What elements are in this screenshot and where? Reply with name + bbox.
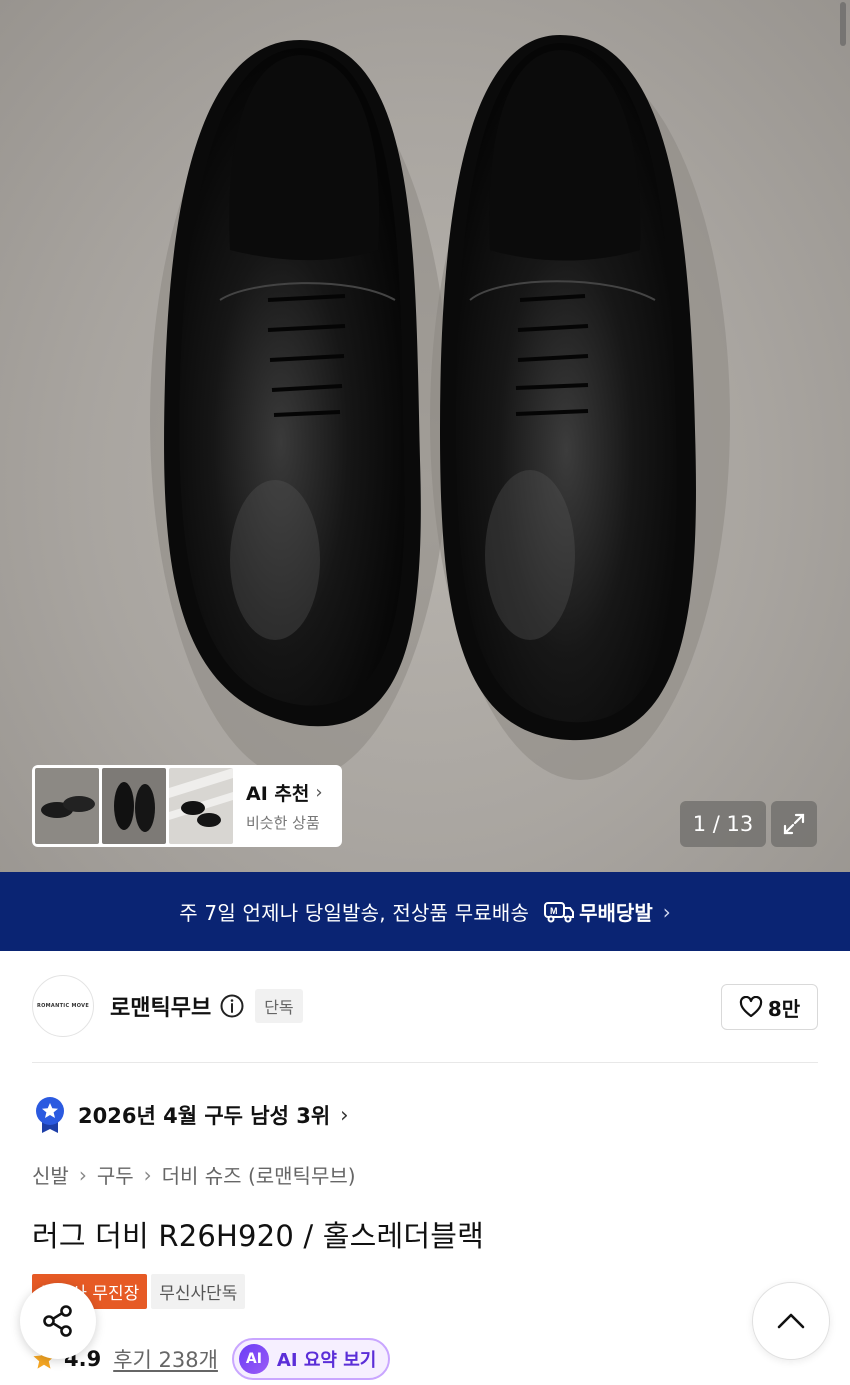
- expand-icon: [783, 813, 805, 835]
- exclusive-badge: 단독: [255, 989, 303, 1023]
- chevron-right-icon: ›: [340, 1103, 349, 1127]
- brand-logo[interactable]: ROMANTIC MOVE: [32, 975, 94, 1037]
- heart-icon: [739, 996, 762, 1018]
- chevron-right-icon: ›: [78, 1162, 87, 1187]
- page-scrollbar[interactable]: [840, 2, 846, 46]
- rank-medal-icon: [36, 1097, 64, 1133]
- delivery-truck-icon: M: [544, 901, 575, 922]
- thumbnail-3[interactable]: [169, 768, 233, 844]
- product-image-gallery[interactable]: AI 추천 › 비슷한 상품 1 / 13: [0, 0, 850, 872]
- brand-name[interactable]: 로맨틱무브: [110, 990, 211, 1022]
- ai-recommend-subtitle: 비슷한 상품: [246, 814, 320, 832]
- banner-logo-text: 무배당발: [579, 901, 653, 925]
- image-counter: 1 / 13: [680, 801, 766, 847]
- breadcrumb: 신발 › 구두 › 더비 슈즈 (로맨틱무브): [32, 1160, 356, 1189]
- chevron-right-icon: ›: [143, 1162, 152, 1187]
- ai-recommend-title: AI 추천: [246, 783, 310, 805]
- expand-button[interactable]: [771, 801, 817, 847]
- delivery-banner[interactable]: 주 7일 언제나 당일발송, 전상품 무료배송 M 무배당발 ›: [0, 872, 850, 951]
- ai-summary-button[interactable]: AI AI 요약 보기: [231, 1338, 391, 1380]
- product-title: 러그 더비 R26H920 / 홀스레더블랙: [32, 1219, 485, 1253]
- chevron-right-icon: ›: [315, 782, 323, 803]
- info-icon[interactable]: [219, 993, 245, 1019]
- thumbnail-2[interactable]: [102, 768, 166, 844]
- brand-row: ROMANTIC MOVE 로맨틱무브 단독 8만: [32, 975, 818, 1037]
- ai-badge-icon: AI: [238, 1344, 269, 1374]
- banner-text: 주 7일 언제나 당일발송, 전상품 무료배송: [179, 901, 530, 925]
- ranking-text: 2026년 4월 구두 남성 3위: [78, 1104, 331, 1128]
- ai-summary-label: AI 요약 보기: [276, 1350, 377, 1371]
- tag-exclusive: 무신사단독: [151, 1274, 246, 1309]
- scroll-top-button[interactable]: [752, 1282, 830, 1360]
- breadcrumb-item[interactable]: 신발: [32, 1160, 69, 1189]
- share-button[interactable]: [20, 1283, 96, 1359]
- breadcrumb-item[interactable]: 더비 슈즈 (로맨틱무브): [162, 1160, 356, 1189]
- like-button[interactable]: 8만: [721, 984, 818, 1030]
- share-icon: [43, 1305, 72, 1337]
- chevron-right-icon: ›: [662, 899, 671, 924]
- ai-recommend-card[interactable]: AI 추천 › 비슷한 상품: [32, 765, 342, 847]
- svg-text:M: M: [550, 906, 558, 916]
- review-count-link[interactable]: 후기 238개: [113, 1344, 218, 1374]
- breadcrumb-item[interactable]: 구두: [97, 1160, 134, 1189]
- ranking-link[interactable]: 2026년 4월 구두 남성 3위 ›: [34, 1096, 349, 1134]
- divider: [32, 1062, 818, 1063]
- arrow-up-icon: [777, 1313, 805, 1329]
- thumbnail-1[interactable]: [35, 768, 99, 844]
- product-main-image: [150, 35, 730, 780]
- like-count: 8만: [767, 996, 801, 1021]
